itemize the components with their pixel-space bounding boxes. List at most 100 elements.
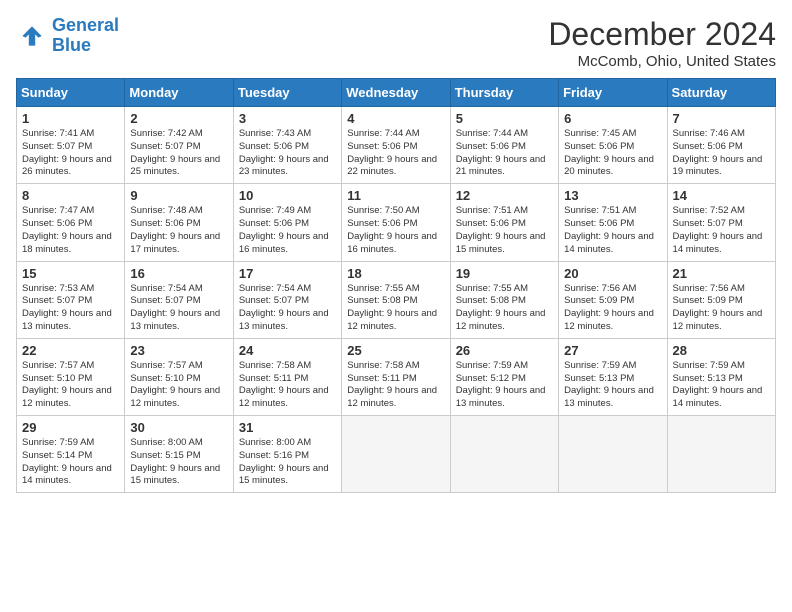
day-info: Sunrise: 7:41 AMSunset: 5:07 PMDaylight:… bbox=[22, 128, 119, 179]
day-number: 10 bbox=[239, 188, 336, 203]
calendar-cell: 5Sunrise: 7:44 AMSunset: 5:06 PMDaylight… bbox=[450, 107, 558, 184]
col-header-thursday: Thursday bbox=[450, 79, 558, 107]
day-number: 6 bbox=[564, 111, 661, 126]
day-number: 22 bbox=[22, 343, 119, 358]
day-info: Sunrise: 7:59 AMSunset: 5:14 PMDaylight:… bbox=[22, 437, 119, 488]
day-number: 26 bbox=[456, 343, 553, 358]
calendar-week-1: 1 Sunrise: 7:41 AMSunset: 5:07 PMDaylight… bbox=[17, 107, 776, 184]
day-info: Sunrise: 7:59 AMSunset: 5:12 PMDaylight:… bbox=[456, 360, 553, 411]
calendar-cell: 14 Sunrise: 7:52 AMSunset: 5:07 PMDayligh… bbox=[667, 184, 775, 261]
calendar-cell: 17 Sunrise: 7:54 AMSunset: 5:07 PMDayligh… bbox=[233, 261, 341, 338]
day-info: Sunrise: 7:51 AMSunset: 5:06 PMDaylight:… bbox=[456, 205, 553, 256]
day-number: 1 bbox=[22, 111, 119, 126]
calendar-cell: 22 Sunrise: 7:57 AMSunset: 5:10 PMDayligh… bbox=[17, 338, 125, 415]
calendar-table: SundayMondayTuesdayWednesdayThursdayFrid… bbox=[16, 78, 776, 493]
calendar-cell: 1 Sunrise: 7:41 AMSunset: 5:07 PMDaylight… bbox=[17, 107, 125, 184]
day-number: 14 bbox=[673, 188, 770, 203]
calendar-cell: 21Sunrise: 7:56 AMSunset: 5:09 PMDayligh… bbox=[667, 261, 775, 338]
day-info: Sunrise: 7:56 AMSunset: 5:09 PMDaylight:… bbox=[564, 283, 661, 334]
day-number: 30 bbox=[130, 420, 227, 435]
day-info: Sunrise: 7:52 AMSunset: 5:07 PMDaylight:… bbox=[673, 205, 770, 256]
calendar-cell: 28Sunrise: 7:59 AMSunset: 5:13 PMDayligh… bbox=[667, 338, 775, 415]
calendar-cell: 10 Sunrise: 7:49 AMSunset: 5:06 PMDayligh… bbox=[233, 184, 341, 261]
page-subtitle: McComb, Ohio, United States bbox=[548, 53, 776, 70]
calendar-cell: 29 Sunrise: 7:59 AMSunset: 5:14 PMDayligh… bbox=[17, 416, 125, 493]
col-header-saturday: Saturday bbox=[667, 79, 775, 107]
day-info: Sunrise: 7:44 AMSunset: 5:06 PMDaylight:… bbox=[347, 128, 444, 179]
calendar-cell: 3 Sunrise: 7:43 AMSunset: 5:06 PMDaylight… bbox=[233, 107, 341, 184]
calendar-cell: 11 Sunrise: 7:50 AMSunset: 5:06 PMDayligh… bbox=[342, 184, 450, 261]
day-number: 2 bbox=[130, 111, 227, 126]
calendar-cell: 23Sunrise: 7:57 AMSunset: 5:10 PMDayligh… bbox=[125, 338, 233, 415]
calendar-cell: 13 Sunrise: 7:51 AMSunset: 5:06 PMDayligh… bbox=[559, 184, 667, 261]
day-number: 21 bbox=[673, 266, 770, 281]
logo-text: General Blue bbox=[52, 16, 119, 56]
day-info: Sunrise: 7:54 AMSunset: 5:07 PMDaylight:… bbox=[239, 283, 336, 334]
calendar-cell: 24Sunrise: 7:58 AMSunset: 5:11 PMDayligh… bbox=[233, 338, 341, 415]
day-info: Sunrise: 8:00 AMSunset: 5:15 PMDaylight:… bbox=[130, 437, 227, 488]
day-info: Sunrise: 7:51 AMSunset: 5:06 PMDaylight:… bbox=[564, 205, 661, 256]
calendar-week-2: 8Sunrise: 7:47 AMSunset: 5:06 PMDaylight… bbox=[17, 184, 776, 261]
day-info: Sunrise: 7:53 AMSunset: 5:07 PMDaylight:… bbox=[22, 283, 119, 334]
day-number: 11 bbox=[347, 188, 444, 203]
logo: General Blue bbox=[16, 16, 119, 56]
day-number: 25 bbox=[347, 343, 444, 358]
day-number: 7 bbox=[673, 111, 770, 126]
day-number: 9 bbox=[130, 188, 227, 203]
day-number: 23 bbox=[130, 343, 227, 358]
day-number: 18 bbox=[347, 266, 444, 281]
calendar-cell: 2 Sunrise: 7:42 AMSunset: 5:07 PMDaylight… bbox=[125, 107, 233, 184]
day-number: 20 bbox=[564, 266, 661, 281]
header: General Blue December 2024 McComb, Ohio,… bbox=[16, 16, 776, 70]
day-info: Sunrise: 7:50 AMSunset: 5:06 PMDaylight:… bbox=[347, 205, 444, 256]
day-number: 5 bbox=[456, 111, 553, 126]
day-info: Sunrise: 7:58 AMSunset: 5:11 PMDaylight:… bbox=[239, 360, 336, 411]
calendar-cell bbox=[667, 416, 775, 493]
day-info: Sunrise: 7:43 AMSunset: 5:06 PMDaylight:… bbox=[239, 128, 336, 179]
calendar-cell: 25 Sunrise: 7:58 AMSunset: 5:11 PMDayligh… bbox=[342, 338, 450, 415]
day-info: Sunrise: 7:48 AMSunset: 5:06 PMDaylight:… bbox=[130, 205, 227, 256]
logo-line1: General bbox=[52, 15, 119, 35]
calendar-cell: 20 Sunrise: 7:56 AMSunset: 5:09 PMDayligh… bbox=[559, 261, 667, 338]
day-info: Sunrise: 7:59 AMSunset: 5:13 PMDaylight:… bbox=[673, 360, 770, 411]
day-number: 19 bbox=[456, 266, 553, 281]
day-number: 12 bbox=[456, 188, 553, 203]
col-header-tuesday: Tuesday bbox=[233, 79, 341, 107]
day-number: 15 bbox=[22, 266, 119, 281]
calendar-cell: 8Sunrise: 7:47 AMSunset: 5:06 PMDaylight… bbox=[17, 184, 125, 261]
day-info: Sunrise: 7:57 AMSunset: 5:10 PMDaylight:… bbox=[22, 360, 119, 411]
day-number: 13 bbox=[564, 188, 661, 203]
calendar-cell: 12 Sunrise: 7:51 AMSunset: 5:06 PMDayligh… bbox=[450, 184, 558, 261]
day-info: Sunrise: 7:58 AMSunset: 5:11 PMDaylight:… bbox=[347, 360, 444, 411]
calendar-cell bbox=[559, 416, 667, 493]
day-number: 4 bbox=[347, 111, 444, 126]
calendar-cell: 31Sunrise: 8:00 AMSunset: 5:16 PMDayligh… bbox=[233, 416, 341, 493]
calendar-week-4: 22 Sunrise: 7:57 AMSunset: 5:10 PMDayligh… bbox=[17, 338, 776, 415]
day-number: 29 bbox=[22, 420, 119, 435]
calendar-cell: 15 Sunrise: 7:53 AMSunset: 5:07 PMDayligh… bbox=[17, 261, 125, 338]
calendar-cell: 27Sunrise: 7:59 AMSunset: 5:13 PMDayligh… bbox=[559, 338, 667, 415]
day-info: Sunrise: 7:45 AMSunset: 5:06 PMDaylight:… bbox=[564, 128, 661, 179]
day-info: Sunrise: 7:54 AMSunset: 5:07 PMDaylight:… bbox=[130, 283, 227, 334]
calendar-cell: 30 Sunrise: 8:00 AMSunset: 5:15 PMDayligh… bbox=[125, 416, 233, 493]
day-info: Sunrise: 7:46 AMSunset: 5:06 PMDaylight:… bbox=[673, 128, 770, 179]
day-number: 31 bbox=[239, 420, 336, 435]
day-number: 17 bbox=[239, 266, 336, 281]
calendar-cell: 18Sunrise: 7:55 AMSunset: 5:08 PMDayligh… bbox=[342, 261, 450, 338]
day-info: Sunrise: 7:59 AMSunset: 5:13 PMDaylight:… bbox=[564, 360, 661, 411]
calendar-header-row: SundayMondayTuesdayWednesdayThursdayFrid… bbox=[17, 79, 776, 107]
logo-line2: Blue bbox=[52, 36, 119, 56]
day-number: 3 bbox=[239, 111, 336, 126]
calendar-week-5: 29 Sunrise: 7:59 AMSunset: 5:14 PMDayligh… bbox=[17, 416, 776, 493]
calendar-week-3: 15 Sunrise: 7:53 AMSunset: 5:07 PMDayligh… bbox=[17, 261, 776, 338]
calendar-cell: 4 Sunrise: 7:44 AMSunset: 5:06 PMDaylight… bbox=[342, 107, 450, 184]
calendar-cell: 7 Sunrise: 7:46 AMSunset: 5:06 PMDaylight… bbox=[667, 107, 775, 184]
page-title: December 2024 bbox=[548, 16, 776, 53]
calendar-cell: 16Sunrise: 7:54 AMSunset: 5:07 PMDayligh… bbox=[125, 261, 233, 338]
day-number: 8 bbox=[22, 188, 119, 203]
day-info: Sunrise: 7:42 AMSunset: 5:07 PMDaylight:… bbox=[130, 128, 227, 179]
logo-icon bbox=[16, 20, 48, 52]
col-header-wednesday: Wednesday bbox=[342, 79, 450, 107]
day-info: Sunrise: 7:49 AMSunset: 5:06 PMDaylight:… bbox=[239, 205, 336, 256]
calendar-cell: 6 Sunrise: 7:45 AMSunset: 5:06 PMDaylight… bbox=[559, 107, 667, 184]
